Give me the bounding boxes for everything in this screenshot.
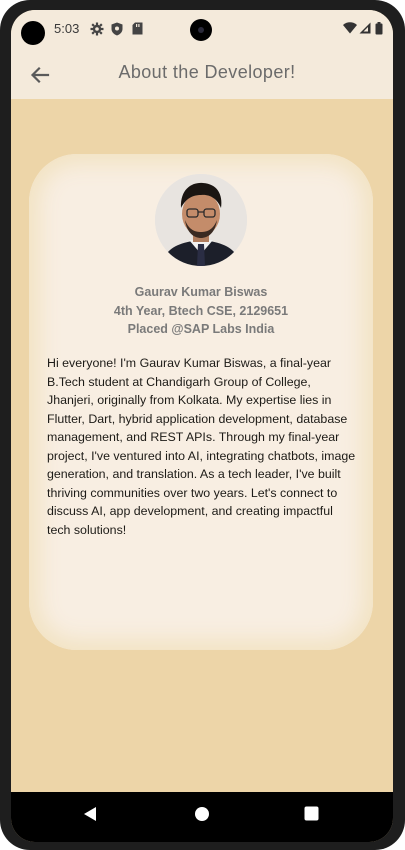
avatar — [155, 174, 247, 266]
developer-bio: Hi everyone! I'm Gaurav Kumar Biswas, a … — [47, 356, 356, 537]
battery-icon — [375, 22, 383, 35]
app-bar: About the Developer! — [11, 50, 393, 99]
developer-info: Gaurav Kumar Biswas 4th Year, Btech CSE,… — [29, 283, 373, 339]
sd-card-icon — [132, 22, 143, 35]
back-triangle-icon[interactable] — [83, 806, 97, 822]
recents-square-icon[interactable] — [304, 806, 319, 821]
developer-name: Gaurav Kumar Biswas — [134, 285, 268, 299]
system-nav-bar — [11, 792, 393, 842]
gear-icon — [90, 22, 104, 36]
shield-icon — [111, 22, 123, 36]
developer-placement: Placed @SAP Labs India — [127, 322, 275, 336]
page-title: About the Developer! — [118, 62, 296, 82]
developer-details: 4th Year, Btech CSE, 2129651 — [113, 303, 289, 318]
wifi-icon — [343, 22, 357, 34]
screen: 5:03 About the Developer! Gaurav Kumar B… — [11, 10, 393, 842]
home-circle-icon[interactable] — [194, 806, 210, 822]
profile-card: Gaurav Kumar Biswas 4th Year, Btech CSE,… — [29, 154, 373, 650]
signal-icon — [359, 22, 371, 34]
camera-cutout-center — [190, 19, 212, 41]
status-time: 5:03 — [54, 21, 80, 36]
phone-frame: 5:03 About the Developer! Gaurav Kumar B… — [0, 0, 405, 850]
developer-portrait — [155, 174, 247, 266]
status-bar: 5:03 — [11, 10, 393, 50]
camera-cutout-left — [21, 21, 45, 45]
